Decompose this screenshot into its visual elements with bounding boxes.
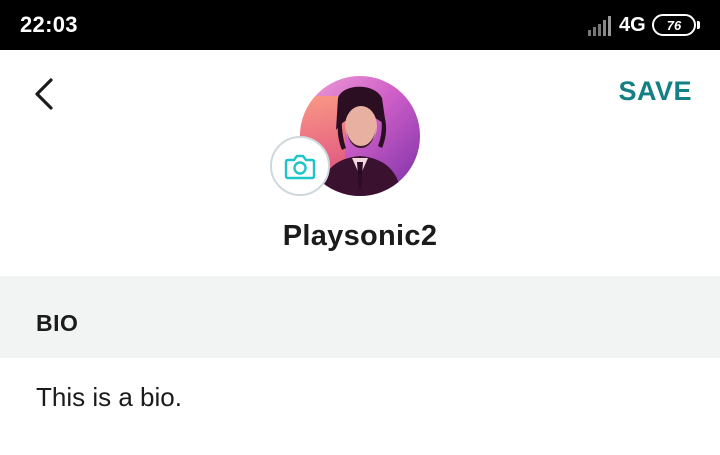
bio-section-header: BIO — [0, 276, 720, 358]
status-bar: 22:03 4G 76 — [0, 0, 720, 50]
battery-level: 76 — [666, 17, 682, 33]
bio-field[interactable]: This is a bio. — [36, 382, 182, 413]
bio-label: BIO — [36, 310, 79, 336]
chevron-left-icon — [35, 78, 53, 110]
camera-icon — [284, 154, 316, 180]
save-button[interactable]: SAVE — [618, 76, 692, 107]
back-button[interactable] — [24, 72, 64, 116]
network-type: 4G — [619, 14, 646, 36]
change-photo-button[interactable] — [270, 136, 330, 196]
username: Playsonic2 — [282, 220, 438, 252]
battery-icon: 76 — [652, 14, 700, 36]
signal-bars-icon — [588, 16, 611, 36]
status-time: 22:03 — [20, 12, 78, 37]
